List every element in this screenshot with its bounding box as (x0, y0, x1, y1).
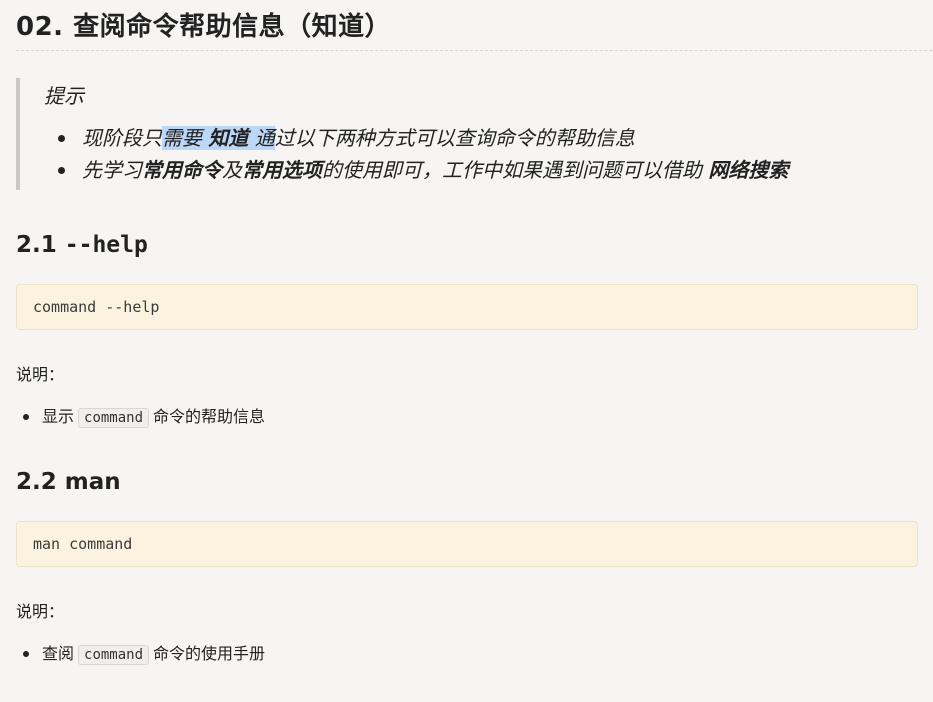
list-item: 查阅 command 命令的使用手册 (16, 641, 918, 668)
code-text: man command (33, 535, 133, 553)
explanation-list-man: 查阅 command 命令的使用手册 (16, 641, 918, 668)
section-heading-help: 2.1 --help (16, 232, 148, 258)
explanation-label: 说明： (16, 602, 65, 621)
code-block-man[interactable]: man command (16, 521, 918, 567)
inline-code: command (78, 645, 150, 665)
emphasis-know: 知道 (208, 126, 249, 150)
bullet-dot-icon (58, 167, 65, 174)
emphasis-common-options: 常用选项 (242, 158, 322, 182)
bullet-dot-icon (23, 651, 29, 657)
section-heading-help-name: --help (64, 232, 148, 258)
emphasis-web-search: 网络搜索 (708, 158, 789, 182)
tip-callout: 提示 现阶段只需要 知道 通过以下两种方式可以查询命令的帮助信息 先学习常用命令… (16, 78, 918, 190)
inline-code: command (78, 408, 150, 428)
section-heading-man-name: man (64, 469, 121, 495)
callout-item-2: 先学习常用命令及常用选项的使用即可，工作中如果遇到问题可以借助 网络搜索 (56, 154, 918, 186)
explanation-label: 说明： (16, 365, 65, 384)
callout-title: 提示 (44, 84, 84, 108)
callout-list: 现阶段只需要 知道 通过以下两种方式可以查询命令的帮助信息 先学习常用命令及常用… (44, 122, 918, 186)
code-block-help[interactable]: command --help (16, 284, 918, 330)
code-text: command --help (33, 298, 160, 316)
list-item: 显示 command 命令的帮助信息 (16, 404, 918, 431)
bullet-dot-icon (23, 414, 29, 420)
bullet-dot-icon (58, 135, 65, 142)
explanation-list-help: 显示 command 命令的帮助信息 (16, 404, 918, 431)
section-heading-man: 2.2 man (16, 469, 121, 495)
text-selection-highlight: 需要 知道 通 (162, 126, 275, 150)
callout-item-1: 现阶段只需要 知道 通过以下两种方式可以查询命令的帮助信息 (56, 122, 918, 154)
document-page: 02. 查阅命令帮助信息（知道） 提示 现阶段只需要 知道 通过以下两种方式可以… (16, 0, 933, 668)
emphasis-common-commands: 常用命令 (142, 158, 222, 182)
page-title: 02. 查阅命令帮助信息（知道） (16, 0, 933, 51)
